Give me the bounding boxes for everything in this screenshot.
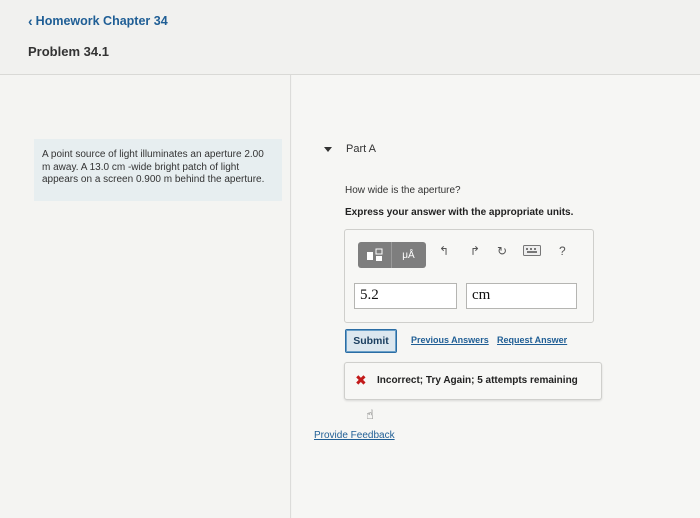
part-a-toggle[interactable]: Part A — [324, 143, 376, 155]
keyboard-icon[interactable] — [523, 245, 541, 259]
templates-button[interactable] — [358, 242, 391, 268]
value-input[interactable]: 5.2 — [354, 283, 457, 309]
units-input[interactable]: cm — [466, 283, 577, 309]
reset-icon[interactable]: ↻ — [497, 244, 507, 258]
units-label: μÅ — [402, 249, 415, 261]
request-answer-link[interactable]: Request Answer — [497, 335, 567, 345]
chevron-left-icon: ‹ — [28, 13, 33, 29]
feedback-message: Incorrect; Try Again; 5 attempts remaini… — [377, 375, 578, 386]
part-instruction: Express your answer with the appropriate… — [345, 207, 574, 218]
units-button[interactable]: μÅ — [391, 242, 425, 268]
problem-title: Problem 34.1 — [28, 44, 109, 59]
caret-down-icon — [324, 146, 332, 152]
redo-icon[interactable]: ↱ — [470, 244, 480, 258]
answer-box: μÅ ↰ ↱ ↻ ? 5.2 cm — [344, 229, 594, 323]
question-line: m away. A 13.0 cm -wide bright patch of … — [42, 161, 240, 173]
part-prompt: How wide is the aperture? — [345, 185, 461, 196]
previous-answers-link[interactable]: Previous Answers — [411, 335, 489, 345]
top-bar: ‹ Homework Chapter 34 Problem 34.1 — [0, 0, 700, 75]
provide-feedback-link[interactable]: Provide Feedback — [314, 430, 395, 441]
templates-icon — [366, 248, 382, 261]
help-button[interactable]: ? — [559, 244, 566, 258]
back-link[interactable]: ‹ Homework Chapter 34 — [28, 13, 168, 29]
question-line: A point source of light illuminates an a… — [42, 149, 264, 160]
question-line: appears on a screen 0.900 m behind the a… — [42, 174, 265, 185]
math-toolbar: μÅ — [358, 242, 426, 268]
error-x-icon: ✖ — [355, 372, 367, 388]
part-label: Part A — [346, 143, 376, 155]
undo-icon[interactable]: ↰ — [439, 244, 449, 258]
hand-cursor-icon: ☝ — [366, 407, 374, 422]
feedback-message-box: ✖ Incorrect; Try Again; 5 attempts remai… — [344, 362, 602, 400]
submit-button[interactable]: Submit — [345, 329, 397, 353]
back-link-label: Homework Chapter 34 — [35, 14, 168, 28]
question-text: A point source of light illuminates an a… — [34, 139, 282, 201]
